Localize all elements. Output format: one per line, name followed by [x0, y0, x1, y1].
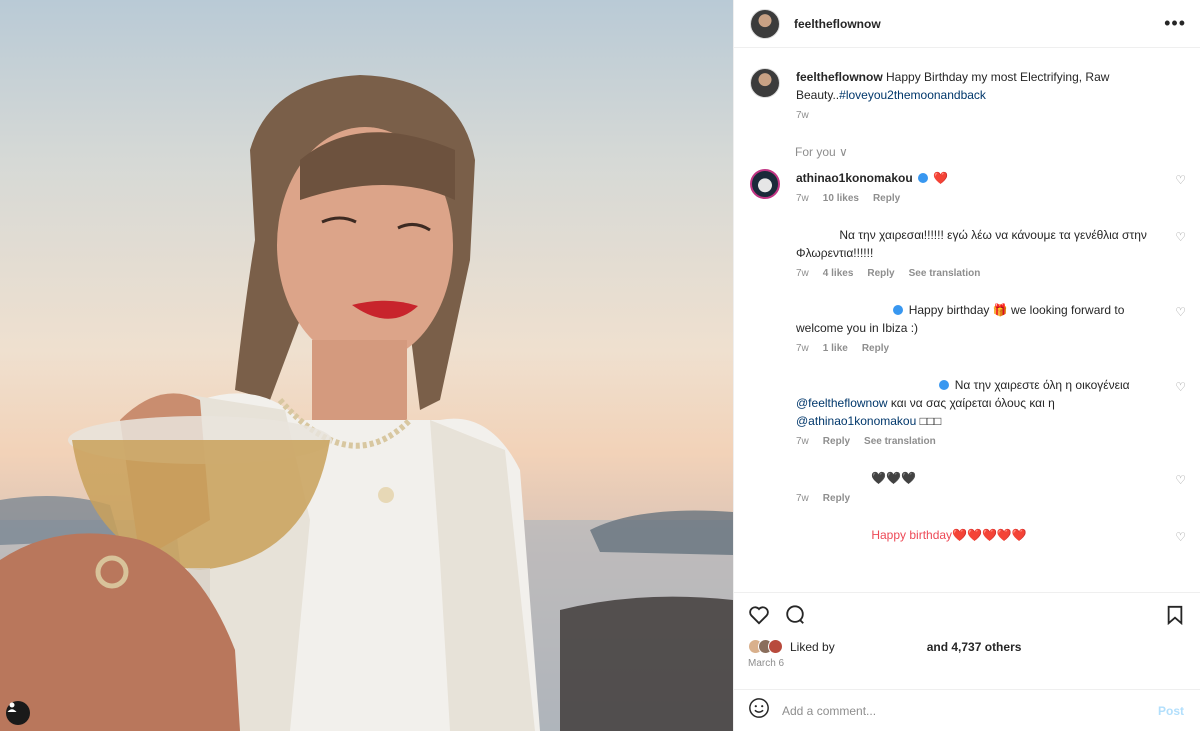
comment-mention[interactable]: @feeltheflownow [796, 396, 888, 410]
caption: feeltheflownow Happy Birthday my most El… [750, 68, 1186, 125]
comment-mention[interactable]: @athinao1konomakou [796, 414, 916, 428]
caption-time: 7w [796, 110, 809, 121]
add-comment-input[interactable] [782, 703, 1158, 718]
post-header: feeltheflownow ••• [734, 0, 1200, 48]
comment-text: Να την χαιρεστε όλη η οικογένεια [954, 378, 1130, 392]
reply-button[interactable]: Reply [823, 433, 850, 451]
more-horizontal-icon[interactable]: ••• [1164, 13, 1186, 34]
post-side-panel: feeltheflownow ••• feeltheflownow Happy … [733, 0, 1200, 731]
author-username[interactable]: feeltheflownow [794, 17, 881, 31]
comment-username[interactable]: athinao1konomakou [796, 171, 913, 185]
comment-item: 🖤🖤🖤 7w Reply ♡ [750, 469, 1186, 508]
post-comment-button[interactable]: Post [1158, 704, 1184, 718]
comment-time: 7w [796, 343, 809, 354]
comment-text: 🖤🖤🖤 [871, 471, 917, 485]
post-date: March 6 [748, 658, 785, 669]
author-avatar[interactable] [750, 8, 780, 39]
comment-time: 7w [796, 193, 809, 204]
comment-text: ❤️ [933, 171, 949, 185]
emoji-icon[interactable] [748, 697, 770, 725]
comment-text: και να σας χαίρεται όλους και η [890, 396, 1055, 410]
comment-time: 7w [796, 436, 809, 447]
photo-illustration [0, 75, 733, 731]
comment-like-heart-icon[interactable]: ♡ [1175, 230, 1186, 244]
liker-avatars [748, 639, 783, 654]
commenter-avatar[interactable] [750, 169, 780, 199]
see-translation-link[interactable]: See translation [864, 433, 936, 451]
comment-icon[interactable] [784, 604, 806, 630]
verified-badge-icon [893, 305, 904, 315]
comment-like-heart-icon[interactable]: ♡ [1175, 530, 1186, 544]
comment-text: □□□ [919, 414, 942, 428]
caption-hashtag[interactable]: #loveyou2themoonandback [839, 88, 986, 102]
caption-username[interactable]: feeltheflownow [796, 70, 883, 84]
reply-button[interactable]: Reply [862, 340, 889, 358]
comment-item: Να την χαιρεσαι!!!!!! εγώ λέω να κάνουμε… [750, 226, 1186, 283]
comment-text: Happy birthday❤️❤️❤️❤️❤️ [871, 528, 1027, 542]
comment-item: athinao1konomakou ❤️ 7w 10 likes Reply ♡ [750, 169, 1186, 208]
comment-like-heart-icon[interactable]: ♡ [1175, 305, 1186, 319]
comment-likes[interactable]: 4 likes [823, 265, 854, 283]
post-actions: Liked by and 4,737 others March 6 [734, 592, 1200, 669]
user-tag-icon[interactable] [6, 701, 30, 725]
comment-likes[interactable]: 1 like [823, 340, 848, 358]
liked-by-label: Liked by [790, 639, 835, 654]
comment-item: Happy birthday 🎁 we looking forward to w… [750, 301, 1186, 358]
post-photo[interactable] [0, 0, 733, 731]
comment-text: Να την χαιρεσαι!!!!!! εγώ λέω να κάνουμε… [796, 228, 1147, 260]
comment-likes[interactable]: 10 likes [823, 190, 859, 208]
verified-badge-icon [918, 173, 929, 183]
comment-text: Happy birthday 🎁 we looking forward to w… [796, 303, 1125, 335]
bookmark-icon[interactable] [1166, 605, 1184, 629]
comment-like-heart-icon[interactable]: ♡ [1175, 173, 1186, 187]
comments-list[interactable]: feeltheflownow Happy Birthday my most El… [734, 56, 1200, 590]
comment-like-heart-icon[interactable]: ♡ [1175, 380, 1186, 394]
reply-button[interactable]: Reply [867, 265, 894, 283]
likes-summary[interactable]: Liked by and 4,737 others [748, 639, 1184, 654]
reply-button[interactable]: Reply [823, 490, 850, 508]
caption-avatar[interactable] [750, 68, 780, 98]
for-you-filter[interactable]: For you ∨ [795, 145, 1186, 159]
likes-count[interactable]: and 4,737 others [927, 640, 1022, 654]
post-modal: feeltheflownow ••• feeltheflownow Happy … [0, 0, 1200, 731]
reply-button[interactable]: Reply [873, 190, 900, 208]
comment-time: 7w [796, 268, 809, 279]
comment-item: Happy birthday❤️❤️❤️❤️❤️ ♡ [750, 526, 1186, 544]
see-translation-link[interactable]: See translation [909, 265, 981, 283]
add-comment-bar: Post [734, 689, 1200, 731]
comment-item: Να την χαιρεστε όλη η οικογένεια @feelth… [750, 376, 1186, 451]
heart-icon[interactable] [748, 605, 770, 629]
comment-time: 7w [796, 493, 809, 504]
comment-like-heart-icon[interactable]: ♡ [1175, 473, 1186, 487]
verified-badge-icon [939, 380, 950, 390]
